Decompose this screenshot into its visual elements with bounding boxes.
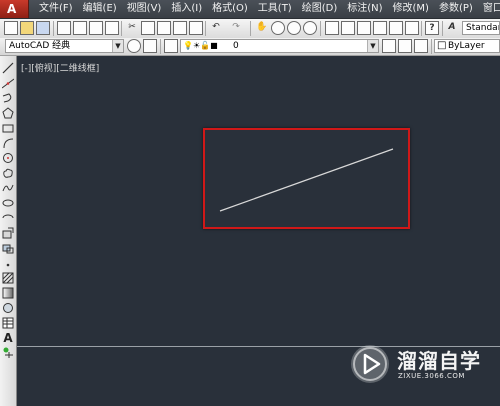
workspace-combo[interactable]: AutoCAD 经典 ▼ <box>5 39 124 53</box>
menu-insert[interactable]: 插入(I) <box>166 0 207 18</box>
help-icon[interactable]: ? <box>425 21 439 35</box>
polygon-icon[interactable] <box>2 107 14 119</box>
multiline-text-icon[interactable]: A <box>2 332 14 344</box>
paste-icon[interactable] <box>157 21 171 35</box>
chevron-down-icon: ▼ <box>367 40 378 52</box>
markup-icon[interactable] <box>389 21 403 35</box>
watermark-play-logo-icon <box>351 345 389 383</box>
add-selected-icon[interactable] <box>2 346 14 358</box>
toolbar-separator <box>205 21 206 36</box>
toolbar-separator <box>160 39 161 54</box>
menu-modify[interactable]: 修改(M) <box>388 0 434 18</box>
redo-icon[interactable]: ↷ <box>229 21 243 35</box>
color-swatch-icon: □ <box>437 40 447 51</box>
match-properties-icon[interactable] <box>173 21 187 35</box>
block-editor-icon[interactable] <box>189 21 203 35</box>
layer-combo-value: 0 <box>233 41 239 51</box>
watermark-title: 溜溜自学 <box>397 349 481 373</box>
open-folder-icon[interactable] <box>20 21 34 35</box>
hatch-icon[interactable] <box>2 272 14 284</box>
menu-items: 文件(F) 编辑(E) 视图(V) 插入(I) 格式(O) 工具(T) 绘图(D… <box>34 0 500 18</box>
workspace-settings-icon[interactable] <box>127 39 141 53</box>
undo-icon[interactable]: ↶ <box>209 21 223 35</box>
rectangle-icon[interactable] <box>2 122 14 134</box>
menu-dimension[interactable]: 标注(N) <box>342 0 387 18</box>
publish-icon[interactable] <box>89 21 103 35</box>
watermark: 溜溜自学 ZIXUE.3066.COM <box>351 339 500 399</box>
highlight-box <box>203 128 410 229</box>
zoom-previous-icon[interactable] <box>303 21 317 35</box>
make-object-layer-current-icon[interactable] <box>382 39 396 53</box>
workspace-combo-value: AutoCAD 经典 <box>9 41 71 51</box>
toolbar-separator <box>442 21 443 36</box>
design-center-icon[interactable] <box>341 21 355 35</box>
menu-draw[interactable]: 绘图(D) <box>297 0 343 18</box>
tool-palettes-icon[interactable] <box>357 21 371 35</box>
layer-properties-icon[interactable] <box>164 39 178 53</box>
text-style-combo[interactable]: Standard <box>462 21 500 35</box>
make-block-icon[interactable] <box>2 242 14 254</box>
layer-states-icon[interactable] <box>414 39 428 53</box>
zoom-realtime-icon[interactable] <box>271 21 285 35</box>
standard-toolbar: ✂ ↶ ↷ ✋ ? A Standard <box>0 19 500 39</box>
quickcalc-icon[interactable] <box>405 21 419 35</box>
menu-bar: A 文件(F) 编辑(E) 视图(V) 插入(I) 格式(O) 工具(T) 绘图… <box>0 0 500 19</box>
point-icon[interactable] <box>2 259 14 271</box>
polyline-icon[interactable] <box>2 92 14 104</box>
menu-file[interactable]: 文件(F) <box>34 0 78 18</box>
toolbar-separator <box>121 21 122 36</box>
arc-icon[interactable] <box>2 137 14 149</box>
watermark-url: ZIXUE.3066.COM <box>398 372 465 380</box>
toolbar-separator <box>53 21 54 36</box>
revision-cloud-icon[interactable] <box>2 167 14 179</box>
menu-window[interactable]: 窗口(W) <box>478 0 500 18</box>
workspace-save-icon[interactable] <box>143 39 157 53</box>
chevron-down-icon: ▼ <box>112 40 123 52</box>
text-style-icon[interactable]: A <box>445 21 459 35</box>
toolbar-separator <box>250 21 251 36</box>
color-control-combo[interactable]: □ ByLayer <box>434 39 500 53</box>
app-logo-letter: A <box>7 2 17 16</box>
gradient-icon[interactable] <box>2 287 14 299</box>
table-icon[interactable] <box>2 317 14 329</box>
layer-combo[interactable]: 💡☀🔓■ 0 ▼ <box>180 39 379 53</box>
cut-icon[interactable]: ✂ <box>125 21 139 35</box>
spline-icon[interactable] <box>2 182 14 194</box>
circle-icon[interactable] <box>2 152 14 164</box>
insert-block-icon[interactable] <box>2 227 14 239</box>
region-icon[interactable] <box>2 302 14 314</box>
properties-icon[interactable] <box>325 21 339 35</box>
menu-format[interactable]: 格式(O) <box>207 0 253 18</box>
drawing-area[interactable]: [-][俯视][二维线框] 溜溜自学 ZIXUE.3066.COM <box>17 56 500 406</box>
construction-line-icon[interactable] <box>2 77 14 89</box>
toolbar-separator <box>320 21 321 36</box>
3d-print-icon[interactable] <box>105 21 119 35</box>
menu-edit[interactable]: 编辑(E) <box>78 0 122 18</box>
menu-view[interactable]: 视图(V) <box>122 0 167 18</box>
pan-icon[interactable]: ✋ <box>255 21 269 35</box>
menu-parametric[interactable]: 参数(P) <box>434 0 478 18</box>
workspace-layer-toolbar: AutoCAD 经典 ▼ 💡☀🔓■ 0 ▼ □ ByLayer <box>0 38 500 56</box>
ellipse-arc-icon[interactable] <box>2 212 14 224</box>
new-file-icon[interactable] <box>4 21 18 35</box>
layer-state-icons: 💡☀🔓■ <box>183 41 218 50</box>
line-icon[interactable] <box>2 62 14 74</box>
menu-tools[interactable]: 工具(T) <box>253 0 297 18</box>
save-icon[interactable] <box>36 21 50 35</box>
draw-toolbar: A <box>0 56 17 406</box>
ellipse-icon[interactable] <box>2 197 14 209</box>
print-icon[interactable] <box>57 21 71 35</box>
zoom-window-icon[interactable] <box>287 21 301 35</box>
layer-previous-icon[interactable] <box>398 39 412 53</box>
print-preview-icon[interactable] <box>73 21 87 35</box>
toolbar-separator <box>431 39 432 54</box>
toolbar-separator <box>421 21 422 36</box>
sheet-set-icon[interactable] <box>373 21 387 35</box>
color-combo-value: ByLayer <box>448 41 485 51</box>
copy-icon[interactable] <box>141 21 155 35</box>
application-menu-button[interactable]: A <box>0 0 29 18</box>
